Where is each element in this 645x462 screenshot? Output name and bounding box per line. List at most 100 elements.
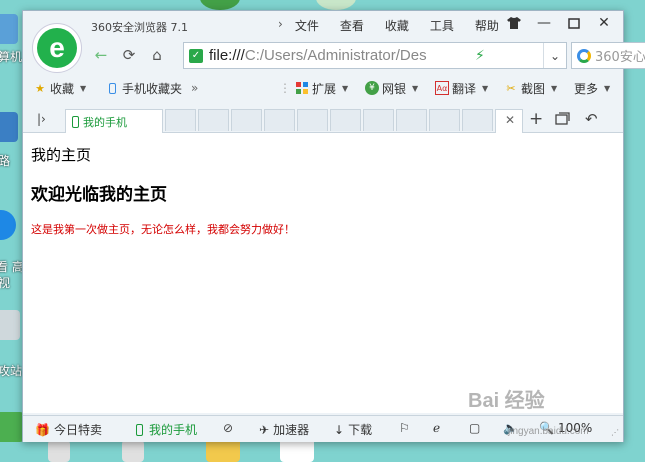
desktop-label-computer: 算机 [0,50,23,64]
navigation-bar: ← ⟳ ⌂ ✓ file:///C:/Users/Administrator/D… [87,41,645,69]
browser-window: e 360安全浏览器 7.1 › 文件 查看 收藏 工具 帮助 — ✕ ← ⟳ … [22,10,645,442]
download-arrow-icon: ↓ [334,422,345,437]
watermark-logo: Bai 经验 [468,390,545,412]
minimize-button[interactable]: — [529,11,559,35]
netbank-yen-icon: ¥ [365,81,379,95]
desktop-label-player-2: 视 [0,276,11,290]
window-title: 360安全浏览器 7.1 [91,21,188,34]
dropdown-caret-icon: ▼ [604,83,611,93]
menu-bar: › 文件 查看 收藏 工具 帮助 [278,17,520,34]
download-button[interactable]: ↓ 下载 [334,421,372,438]
watermark-url: jingyan.baidu.com [508,426,589,437]
desktop-icon-shortcut-2[interactable] [122,440,144,462]
page-title-text: 我的主页 [31,146,92,164]
tab-empty[interactable] [462,109,493,131]
home-button[interactable]: ⌂ [143,42,171,68]
sidebar-toggle-icon[interactable]: |› [37,112,46,126]
tab-current[interactable]: ✕ [495,109,523,133]
drag-handle-icon: ⋮ [279,81,291,95]
bookmarks-overflow-chevron[interactable]: » [191,81,198,95]
tab-list-icon[interactable] [555,112,570,128]
desktop-icon-computer[interactable] [0,14,18,44]
window-mode-icon[interactable]: ▢ [469,421,480,435]
menu-file[interactable]: 文件 [295,17,319,34]
star-icon: ★ [35,81,45,95]
translate-menu[interactable]: Aα 翻译 ▼ [435,80,488,97]
phone-icon [105,81,119,95]
desktop-icon-player[interactable] [0,210,16,240]
address-url[interactable]: file:///C:/Users/Administrator/Des [209,47,471,64]
tab-empty[interactable] [330,109,361,131]
menu-view[interactable]: 查看 [340,17,364,34]
desktop-icon-top-app[interactable] [200,0,240,10]
desktop-label-network: 路 [0,154,11,168]
skin-shirt-icon[interactable] [499,11,529,35]
speed-dial-icon[interactable]: ⊘ [223,421,233,435]
dropdown-caret-icon: ▼ [412,83,419,93]
desktop-icon-network[interactable] [0,112,18,142]
accelerator-button[interactable]: ✈ 加速器 [259,421,309,438]
shield-icon: ✓ [189,48,203,63]
search-input[interactable]: 360安心 [595,46,645,65]
close-button[interactable]: ✕ [589,11,619,35]
menu-tools[interactable]: 工具 [430,17,454,34]
page-heading: 欢迎光临我的主页 [31,185,167,205]
tab-empty[interactable] [198,109,229,131]
translate-icon: Aα [435,81,449,95]
desktop-icon-shortcut-1[interactable] [48,440,70,462]
netbank-menu[interactable]: ¥ 网银 ▼ [365,80,418,97]
extensions-menu[interactable]: 扩展 ▼ [295,80,348,97]
tab-my-phone[interactable]: 我的手机 [65,109,163,133]
new-tab-button[interactable]: + [529,109,543,129]
tab-empty[interactable] [429,109,460,131]
dropdown-caret-icon: ▼ [482,83,489,93]
search-engine-logo-icon[interactable] [577,48,591,63]
desktop-label-player-1: 看 高 [0,260,24,274]
flag-icon[interactable]: ⚐ [399,421,410,435]
rocket-icon: ✈ [259,422,270,437]
tab-empty[interactable] [231,109,262,131]
page-content: 我的主页 欢迎光临我的主页 这是我第一次做主页，无论怎么样，我都会努力做好！ [23,133,623,413]
refresh-button[interactable]: ⟳ [115,42,143,68]
desktop-icon-app[interactable] [0,412,24,442]
desktop-label-recycle-bin: 攻站 [0,364,23,378]
more-menu[interactable]: 更多 ▼ [574,80,610,97]
tab-empty[interactable] [297,109,328,131]
desktop-icon-recycle-bin[interactable] [0,310,20,340]
screenshot-menu[interactable]: ✂ 截图 ▼ [504,80,557,97]
gift-icon: 🎁 [35,422,50,437]
my-phone-button[interactable]: 我的手机 [136,421,197,438]
lightning-icon[interactable]: ⚡ [475,48,485,64]
daily-deals-button[interactable]: 🎁 今日特卖 [35,421,102,438]
favorites-menu[interactable]: ★ 收藏 ▼ [33,80,86,97]
scissors-icon: ✂ [506,81,516,95]
search-box[interactable]: 360安心 [571,42,645,69]
close-tab-icon[interactable]: ✕ [505,113,515,127]
window-controls: — ✕ [499,11,619,35]
title-bar: 360安全浏览器 7.1 › 文件 查看 收藏 工具 帮助 — ✕ [23,11,623,39]
menu-favorites[interactable]: 收藏 [385,17,409,34]
tab-empty[interactable] [363,109,394,131]
tab-empty[interactable] [165,109,196,131]
address-dropdown-chevron-icon[interactable]: ⌄ [543,43,566,68]
desktop-icon-top-app-2[interactable] [316,0,356,10]
maximize-button[interactable] [559,11,589,35]
undo-close-tab-icon[interactable]: ↶ [585,110,598,128]
dropdown-caret-icon: ▼ [551,83,558,93]
tab-empty[interactable] [396,109,427,131]
menu-help[interactable]: 帮助 [475,17,499,34]
ie-mode-icon[interactable]: ℯ [433,421,440,435]
tab-empty[interactable] [264,109,295,131]
chevron-right-icon[interactable]: › [278,17,283,34]
resize-grip-icon[interactable]: ⋰ [611,428,619,437]
address-bar[interactable]: ✓ file:///C:/Users/Administrator/Des ⚡ ⌄ [183,42,567,69]
back-button[interactable]: ← [87,42,115,68]
bookmark-bar: ★ 收藏 ▼ 手机收藏夹 » ⋮ 扩展 ▼ ¥ 网银 ▼ Aα 翻译 ▼ ✂ 截… [23,77,623,99]
page-paragraph: 这是我第一次做主页，无论怎么样，我都会努力做好！ [31,223,295,236]
phone-icon [136,423,143,436]
mobile-favorites-link[interactable]: 手机收藏夹 [105,80,182,97]
extensions-grid-icon [295,81,309,95]
dropdown-caret-icon: ▼ [342,83,349,93]
tab-strip: |› 我的手机 ✕ + ↶ [23,107,623,133]
phone-icon [72,115,79,128]
